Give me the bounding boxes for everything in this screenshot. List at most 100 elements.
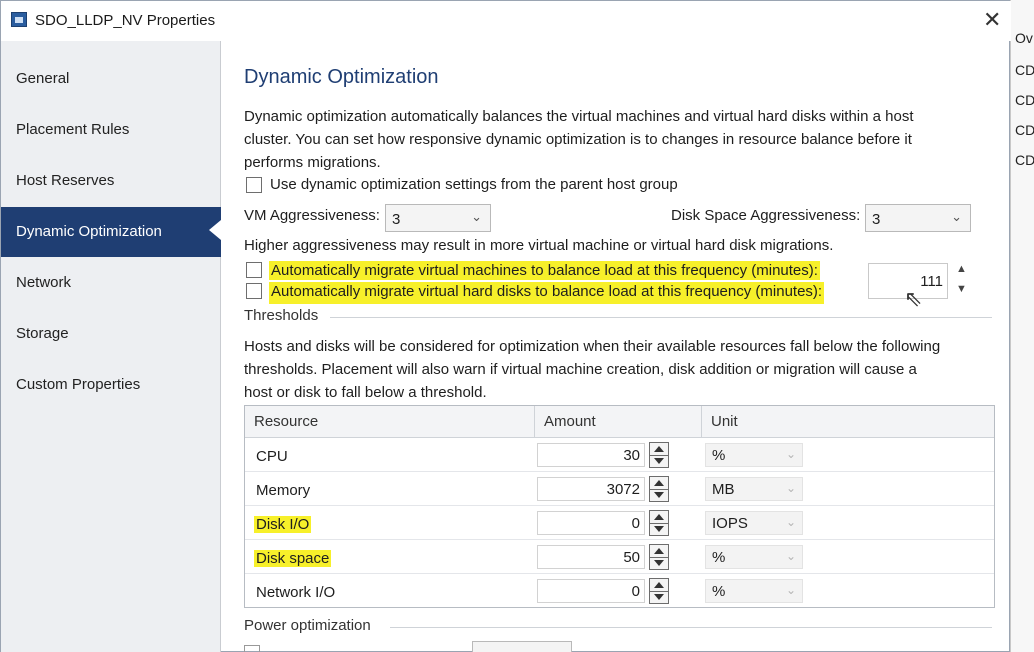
power-optimization-select[interactable] [472, 641, 572, 652]
sidebar-item-storage[interactable]: Storage [1, 309, 221, 359]
amount-value: 30 [623, 447, 640, 464]
thresholds-description-line: host or disk to fall below a threshold. [244, 384, 487, 401]
sidebar-item-label: Dynamic Optimization [16, 223, 162, 240]
section-divider [330, 317, 992, 318]
frequency-value: 111 [920, 273, 943, 290]
disk-aggressiveness-select[interactable]: 3 ⌄ [865, 204, 971, 232]
sidebar-item-label: Storage [16, 325, 69, 342]
table-row[interactable]: Memory 3072 MB ⌄ [245, 472, 994, 506]
amount-stepper[interactable] [649, 578, 669, 604]
migrate-vms-label: Automatically migrate virtual machines t… [269, 261, 820, 280]
vm-aggressiveness-select[interactable]: 3 ⌄ [385, 204, 491, 232]
vm-aggressiveness-label: VM Aggressiveness: [244, 207, 380, 224]
app-icon [11, 12, 27, 27]
amount-stepper[interactable] [649, 544, 669, 570]
amount-value: 50 [623, 549, 640, 566]
table-row[interactable]: CPU 30 % ⌄ [245, 438, 994, 472]
sidebar-item-general[interactable]: General [1, 54, 221, 104]
background-column-header: Ov [1015, 30, 1033, 46]
table-row[interactable]: Disk space 50 % ⌄ [245, 540, 994, 574]
chevron-down-icon: ⌄ [785, 549, 796, 563]
vm-aggressiveness-value: 3 [392, 211, 401, 228]
sidebar-item-label: Network [16, 274, 72, 291]
unit-value: % [712, 447, 726, 464]
close-icon[interactable]: ✕ [983, 7, 1001, 33]
description-line: performs migrations. [244, 154, 381, 171]
amount-input[interactable]: 50 [537, 545, 645, 569]
description-line: Dynamic optimization automatically balan… [244, 108, 914, 125]
column-separator [534, 406, 535, 438]
amount-stepper[interactable] [649, 442, 669, 468]
description-line: cluster. You can set how responsive dyna… [244, 131, 912, 148]
chevron-down-icon: ⌄ [785, 481, 796, 495]
chevron-down-icon: ⌄ [785, 583, 796, 597]
sidebar-item-label: Custom Properties [16, 376, 141, 393]
page-title: Dynamic Optimization [244, 66, 439, 88]
amount-value: 3072 [606, 481, 640, 498]
background-row: CD [1015, 122, 1034, 138]
aggressiveness-note: Higher aggressiveness may result in more… [244, 237, 834, 254]
amount-input[interactable]: 0 [537, 511, 645, 535]
chevron-down-icon: ⌄ [785, 515, 796, 529]
migrate-disks-label: Automatically migrate virtual hard disks… [269, 282, 825, 304]
sidebar-item-label: General [16, 70, 70, 87]
chevron-down-icon: ⌄ [785, 447, 796, 461]
migrate-vms-checkbox[interactable] [246, 262, 262, 278]
sidebar-item-label: Placement Rules [16, 121, 130, 138]
sidebar-item-placement-rules[interactable]: Placement Rules [1, 105, 221, 155]
migrate-disks-checkbox[interactable] [246, 283, 262, 299]
power-optimization-title: Power optimization [244, 617, 371, 634]
sidebar-item-host-reserves[interactable]: Host Reserves [1, 156, 221, 206]
power-optimization-checkbox[interactable] [244, 645, 260, 652]
sidebar-item-custom-properties[interactable]: Custom Properties [1, 360, 221, 410]
table-row[interactable]: Disk I/O 0 IOPS ⌄ [245, 506, 994, 540]
use-parent-settings-checkbox[interactable] [246, 177, 262, 193]
chevron-down-icon: ⌄ [471, 209, 482, 224]
column-header-unit[interactable]: Unit [711, 413, 738, 430]
sidebar-item-network[interactable]: Network [1, 258, 221, 308]
selected-caret-icon [209, 220, 221, 240]
table-header: Resource Amount Unit [245, 406, 994, 438]
unit-select[interactable]: % ⌄ [705, 545, 803, 569]
amount-input[interactable]: 3072 [537, 477, 645, 501]
amount-stepper[interactable] [649, 510, 669, 536]
background-row: CD [1015, 152, 1034, 168]
sidebar-item-label: Host Reserves [16, 172, 115, 189]
unit-select[interactable]: MB ⌄ [705, 477, 803, 501]
spin-down-icon[interactable]: ▼ [956, 283, 967, 295]
spin-up-icon[interactable]: ▲ [956, 263, 967, 275]
thresholds-table: Resource Amount Unit CPU 30 % ⌄ Memory 30… [244, 405, 995, 608]
resource-name: Network I/O [256, 584, 336, 601]
amount-input[interactable]: 0 [537, 579, 645, 603]
title-bar[interactable]: SDO_LLDP_NV Properties ✕ [1, 1, 1011, 41]
amount-value: 0 [631, 583, 640, 600]
column-separator [701, 406, 702, 438]
amount-stepper[interactable] [649, 476, 669, 502]
unit-select[interactable]: IOPS ⌄ [705, 511, 803, 535]
section-divider [390, 627, 992, 628]
main-panel: Dynamic Optimization Dynamic optimizatio… [222, 41, 1011, 652]
unit-value: % [712, 549, 726, 566]
table-row[interactable]: Network I/O 0 % ⌄ [245, 574, 994, 608]
unit-select[interactable]: % ⌄ [705, 443, 803, 467]
properties-dialog: SDO_LLDP_NV Properties ✕ General Placeme… [0, 0, 1011, 652]
amount-value: 0 [631, 515, 640, 532]
use-parent-settings-label: Use dynamic optimization settings from t… [270, 176, 678, 193]
thresholds-description-line: Hosts and disks will be considered for o… [244, 338, 941, 355]
sidebar-item-dynamic-optimization[interactable]: Dynamic Optimization [1, 207, 221, 257]
column-header-amount[interactable]: Amount [544, 413, 596, 430]
resource-name: Memory [256, 482, 311, 499]
unit-select[interactable]: % ⌄ [705, 579, 803, 603]
resource-name: CPU [256, 448, 288, 465]
sidebar-nav: General Placement Rules Host Reserves Dy… [1, 41, 221, 652]
unit-value: IOPS [712, 515, 748, 532]
window-title: SDO_LLDP_NV Properties [35, 12, 216, 29]
thresholds-description-line: thresholds. Placement will also warn if … [244, 361, 917, 378]
resource-name: Disk I/O [254, 516, 312, 533]
unit-value: % [712, 583, 726, 600]
unit-value: MB [712, 481, 735, 498]
column-header-resource[interactable]: Resource [254, 413, 318, 430]
background-row: CD [1015, 92, 1034, 108]
amount-input[interactable]: 30 [537, 443, 645, 467]
chevron-down-icon: ⌄ [951, 209, 962, 224]
